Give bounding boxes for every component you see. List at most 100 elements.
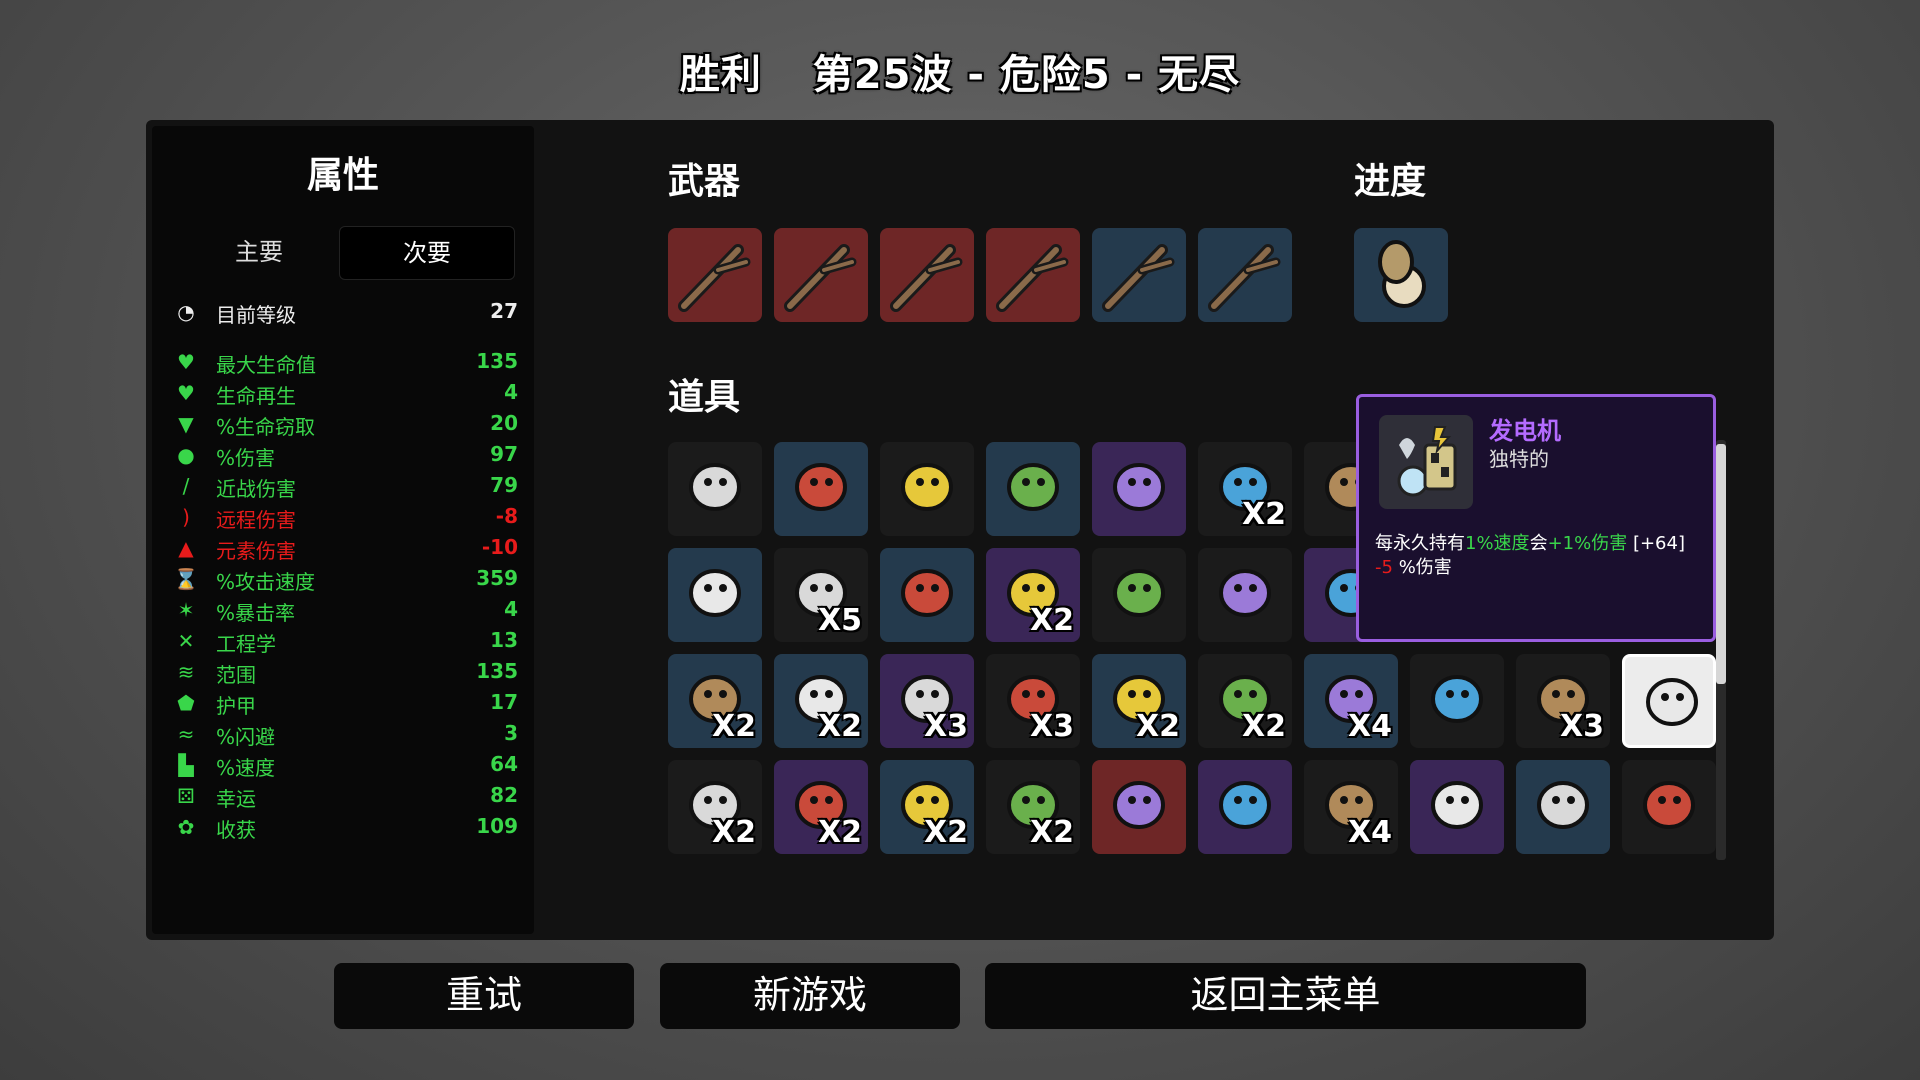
main-menu-button[interactable]: 返回主菜单: [985, 963, 1586, 1029]
stat-name: %生命窃取: [216, 415, 316, 439]
item-slot[interactable]: X3: [986, 654, 1080, 748]
flame-icon: ▲: [178, 536, 194, 560]
weapon-slot[interactable]: [986, 228, 1080, 322]
item-slot[interactable]: X4: [1304, 760, 1398, 854]
range-wave-icon: ≋: [177, 660, 195, 684]
effect-stat: 1%速度: [1465, 533, 1530, 554]
item-slot[interactable]: X2: [986, 760, 1080, 854]
new-game-button[interactable]: 新游戏: [660, 963, 960, 1029]
item-slot[interactable]: X3: [880, 654, 974, 748]
item-slot[interactable]: X2: [986, 548, 1080, 642]
weapon-slot[interactable]: [1198, 228, 1292, 322]
item-slot[interactable]: [1092, 442, 1186, 536]
stats-panel: 属性 主要 次要 ◔ 目前等级 27 ♥ 最大生命值 135 ♥ 生命再生 4 ▼ %生命窃取…: [152, 126, 534, 934]
item-count: X3: [1029, 709, 1074, 744]
tab-primary[interactable]: 主要: [172, 226, 346, 278]
item-slot[interactable]: [986, 442, 1080, 536]
item-slot[interactable]: X2: [1198, 654, 1292, 748]
item-slot[interactable]: [668, 548, 762, 642]
item-slot[interactable]: X2: [774, 654, 868, 748]
item-count: X2: [711, 709, 756, 744]
stat-level: ◔ 目前等级 27: [172, 298, 528, 327]
shield-icon: ⬟: [177, 691, 195, 715]
item-slot[interactable]: X2: [668, 760, 762, 854]
stat-value: 3: [504, 721, 518, 745]
stat-name: 远程伤害: [216, 508, 296, 532]
stat-row: ▲ 元素伤害 -10: [172, 534, 528, 563]
dice-icon: ⚄: [177, 784, 195, 808]
item-count: X2: [817, 815, 862, 850]
item-slot[interactable]: [668, 442, 762, 536]
item-slot[interactable]: [1410, 760, 1504, 854]
dodge-icon: ≈: [177, 722, 195, 746]
retry-button[interactable]: 重试: [334, 963, 634, 1029]
item-slot[interactable]: [1092, 548, 1186, 642]
item-slot[interactable]: [1516, 760, 1610, 854]
item-slot[interactable]: X2: [1092, 654, 1186, 748]
items-scrollbar[interactable]: [1716, 440, 1726, 860]
effect-total: [+64]: [1632, 533, 1685, 554]
item-count: X2: [1029, 815, 1074, 850]
item-count: X2: [711, 815, 756, 850]
item-slot[interactable]: X3: [1516, 654, 1610, 748]
stat-row: ≈ %闪避 3: [172, 720, 528, 749]
stat-name: 生命再生: [216, 384, 296, 408]
stat-value: 27: [490, 299, 518, 323]
stat-value: 359: [476, 566, 518, 590]
stat-row: ✕ 工程学 13: [172, 627, 528, 656]
item-tooltip: 发电机 独特的 每永久持有1%速度会+1%伤害 [+64] -5 %伤害: [1356, 394, 1716, 642]
wrench-icon: ✕: [177, 629, 195, 653]
stat-name: 收获: [216, 818, 256, 842]
weapon-slot[interactable]: [668, 228, 762, 322]
item-count: X2: [923, 815, 968, 850]
item-count: X2: [1241, 497, 1286, 532]
stat-name: 元素伤害: [216, 539, 296, 563]
weapon-slot[interactable]: [774, 228, 868, 322]
item-slot[interactable]: X4: [1304, 654, 1398, 748]
item-count: X4: [1347, 709, 1392, 744]
item-slot[interactable]: X2: [668, 654, 762, 748]
item-count: X2: [1135, 709, 1180, 744]
stat-name: %闪避: [216, 725, 276, 749]
item-slot[interactable]: X2: [880, 760, 974, 854]
item-slot[interactable]: X2: [774, 760, 868, 854]
item-slot[interactable]: [1622, 760, 1716, 854]
stat-value: 64: [490, 752, 518, 776]
stats-heading: 属性: [306, 155, 379, 196]
tooltip-penalty-line: -5 %伤害: [1375, 553, 1452, 579]
stat-row: / 近战伤害 79: [172, 472, 528, 501]
stat-name: 护甲: [216, 694, 256, 718]
item-slot[interactable]: [1198, 548, 1292, 642]
item-slot[interactable]: [774, 442, 868, 536]
stat-value: 20: [490, 411, 518, 435]
item-slot[interactable]: X5: [774, 548, 868, 642]
stat-name: 最大生命值: [216, 353, 316, 377]
stat-row: ⬟ 护甲 17: [172, 689, 528, 718]
item-slot[interactable]: [1410, 654, 1504, 748]
stat-row: ▙ %速度 64: [172, 751, 528, 780]
item-slot[interactable]: [1622, 654, 1716, 748]
stat-value: 4: [504, 380, 518, 404]
muscle-icon: ●: [177, 443, 195, 467]
wheat-icon: ✿: [177, 815, 195, 839]
weapon-slot[interactable]: [880, 228, 974, 322]
weapon-slot[interactable]: [1092, 228, 1186, 322]
item-slot[interactable]: [1198, 760, 1292, 854]
stat-value: 82: [490, 783, 518, 807]
tab-secondary[interactable]: 次要: [339, 226, 515, 280]
progress-slot[interactable]: [1354, 228, 1448, 322]
stat-name: %伤害: [216, 446, 276, 470]
generator-icon: [1379, 415, 1473, 509]
tooltip-item-type: 独特的: [1489, 447, 1549, 471]
stat-row: ≋ 范围 135: [172, 658, 528, 687]
item-slot[interactable]: [880, 548, 974, 642]
item-slot[interactable]: X2: [1198, 442, 1292, 536]
stat-row: ✿ 收获 109: [172, 813, 528, 842]
item-count: X3: [1559, 709, 1604, 744]
stat-value: 97: [490, 442, 518, 466]
item-count: X2: [817, 709, 862, 744]
item-slot[interactable]: [880, 442, 974, 536]
scrollbar-thumb[interactable]: [1716, 444, 1726, 684]
stat-name: 范围: [216, 663, 256, 687]
item-slot[interactable]: [1092, 760, 1186, 854]
